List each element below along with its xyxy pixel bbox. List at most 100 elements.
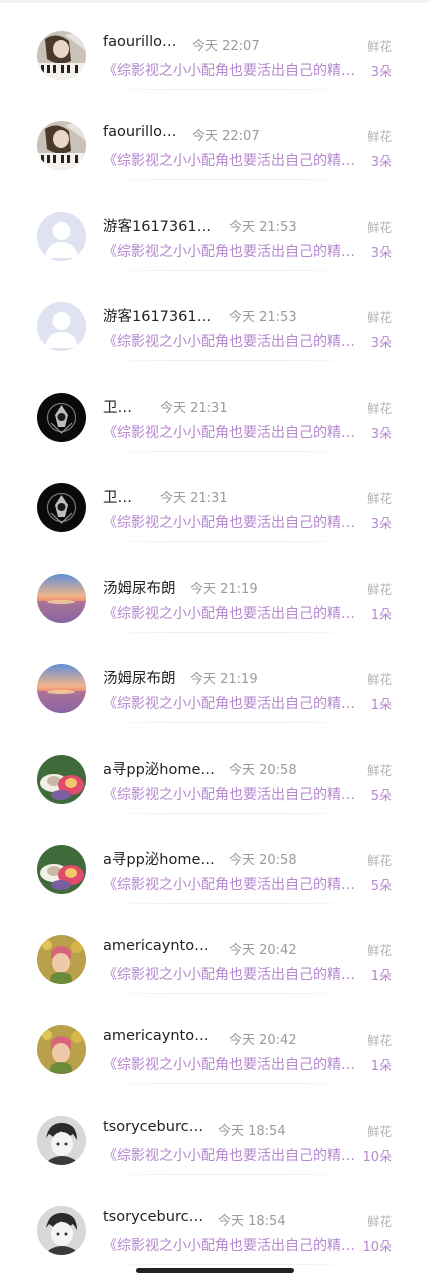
book-title-link[interactable]: 《综影视之小小配角也要活出自己的精彩》 <box>103 512 357 532</box>
gift-time: 今天 18:54 <box>218 1214 286 1229</box>
gift-count: 3朵 <box>370 155 392 170</box>
user-name[interactable]: faourilloko <box>103 34 178 50</box>
user-name[interactable]: 汤姆尿布朗 <box>103 577 176 598</box>
row-divider <box>103 541 357 542</box>
gift-type-label: 鲜花 <box>366 491 392 506</box>
gift-record-item[interactable]: tsoryceburchh 今天 18:54 鲜花 《综影视之小小配角也要活出自己的精… <box>0 1085 429 1175</box>
gift-type-label: 鲜花 <box>366 943 392 958</box>
gift-count: 3朵 <box>370 336 392 351</box>
gift-type-label: 鲜花 <box>366 1033 392 1048</box>
user-name[interactable]: 游客16173618… <box>103 215 215 236</box>
user-name[interactable]: 卫疙士 <box>103 396 146 417</box>
book-title-link[interactable]: 《综影视之小小配角也要活出自己的精彩》 <box>103 1145 357 1165</box>
gift-time: 今天 21:53 <box>229 310 297 325</box>
book-title-link[interactable]: 《综影视之小小配角也要活出自己的精彩》 <box>103 1054 357 1074</box>
gift-count: 3朵 <box>370 246 392 261</box>
gift-record-item[interactable]: 游客16173618… 今天 21:53 鲜花 《综影视之小小配角也要活出自己的精彩》… <box>0 181 429 271</box>
gift-type-label: 鲜花 <box>366 129 392 144</box>
user-name[interactable]: tsoryceburchh <box>103 1119 204 1135</box>
user-name[interactable]: americayntoc… <box>103 938 215 954</box>
book-title-link[interactable]: 《综影视之小小配角也要活出自己的精彩》 <box>103 150 357 170</box>
gift-record-item[interactable]: 汤姆尿布朗 今天 21:19 鲜花 《综影视之小小配角也要活出自己的精彩》 1朵 <box>0 633 429 723</box>
gift-type-label: 鲜花 <box>366 39 392 54</box>
user-avatar[interactable] <box>37 393 86 442</box>
gift-record-item[interactable]: faourilloko 今天 22:07 鲜花 《综影视之小小配角也要活出自己的精彩》… <box>0 0 429 90</box>
gift-count: 1朵 <box>370 608 392 623</box>
gift-time: 今天 20:58 <box>229 763 297 778</box>
gift-count: 10朵 <box>362 1240 392 1255</box>
gift-record-item[interactable]: americayntoc… 今天 20:42 鲜花 《综影视之小小配角也要活出自己的精… <box>0 994 429 1084</box>
gift-time: 今天 18:54 <box>218 1124 286 1139</box>
gift-type-label: 鲜花 <box>366 853 392 868</box>
user-name[interactable]: a寻pp泌home… <box>103 758 215 779</box>
gift-record-item[interactable]: 卫疙士 今天 21:31 鲜花 《综影视之小小配角也要活出自己的精彩》 3朵 <box>0 362 429 452</box>
user-avatar[interactable] <box>37 935 86 984</box>
gift-record-item[interactable]: faourilloko 今天 22:07 鲜花 《综影视之小小配角也要活出自己的精彩》… <box>0 90 429 180</box>
row-divider <box>103 360 357 361</box>
gift-count: 3朵 <box>370 517 392 532</box>
gift-type-label: 鲜花 <box>366 582 392 597</box>
gift-record-item[interactable]: a寻pp泌home… 今天 20:58 鲜花 《综影视之小小配角也要活出自己的精彩》 5… <box>0 724 429 814</box>
user-name[interactable]: tsoryceburchh <box>103 1209 204 1225</box>
user-avatar[interactable] <box>37 1206 86 1255</box>
book-title-link[interactable]: 《综影视之小小配角也要活出自己的精彩》 <box>103 693 357 713</box>
user-name[interactable]: a寻pp泌home… <box>103 848 215 869</box>
user-avatar[interactable] <box>37 664 86 713</box>
book-title-link[interactable]: 《综影视之小小配角也要活出自己的精彩》 <box>103 422 357 442</box>
gift-type-label: 鲜花 <box>366 401 392 416</box>
gift-count: 3朵 <box>370 65 392 80</box>
gift-count: 3朵 <box>370 427 392 442</box>
gift-count: 10朵 <box>362 1150 392 1165</box>
gift-time: 今天 22:07 <box>192 129 260 144</box>
gift-time: 今天 21:19 <box>190 672 258 687</box>
gift-record-item[interactable]: americayntoc… 今天 20:42 鲜花 《综影视之小小配角也要活出自己的精… <box>0 904 429 994</box>
book-title-link[interactable]: 《综影视之小小配角也要活出自己的精彩》 <box>103 874 357 894</box>
gift-count: 1朵 <box>370 969 392 984</box>
gift-count: 5朵 <box>370 789 392 804</box>
user-avatar[interactable] <box>37 1116 86 1165</box>
user-avatar[interactable] <box>37 31 86 80</box>
user-avatar[interactable] <box>37 483 86 532</box>
user-avatar[interactable] <box>37 1025 86 1074</box>
gift-count: 5朵 <box>370 879 392 894</box>
user-name[interactable]: 游客16173618… <box>103 305 215 326</box>
book-title-link[interactable]: 《综影视之小小配角也要活出自己的精彩》 <box>103 60 357 80</box>
gift-record-item[interactable]: 游客16173618… 今天 21:53 鲜花 《综影视之小小配角也要活出自己的精彩》… <box>0 271 429 361</box>
gift-time: 今天 21:19 <box>190 582 258 597</box>
home-indicator <box>136 1268 294 1273</box>
user-avatar[interactable] <box>37 302 86 351</box>
row-divider <box>103 179 357 180</box>
user-name[interactable]: faourilloko <box>103 124 178 140</box>
user-avatar[interactable] <box>37 212 86 261</box>
book-title-link[interactable]: 《综影视之小小配角也要活出自己的精彩》 <box>103 964 357 984</box>
book-title-link[interactable]: 《综影视之小小配角也要活出自己的精彩》 <box>103 1235 357 1255</box>
book-title-link[interactable]: 《综影视之小小配角也要活出自己的精彩》 <box>103 603 357 623</box>
book-title-link[interactable]: 《综影视之小小配角也要活出自己的精彩》 <box>103 241 357 261</box>
gift-time: 今天 21:31 <box>160 401 228 416</box>
user-name[interactable]: 卫疙士 <box>103 486 146 507</box>
user-avatar[interactable] <box>37 845 86 894</box>
gift-record-item[interactable]: 卫疙士 今天 21:31 鲜花 《综影视之小小配角也要活出自己的精彩》 3朵 <box>0 452 429 542</box>
book-title-link[interactable]: 《综影视之小小配角也要活出自己的精彩》 <box>103 331 357 351</box>
gift-type-label: 鲜花 <box>366 1124 392 1139</box>
user-name[interactable]: 汤姆尿布朗 <box>103 667 176 688</box>
user-name[interactable]: americayntoc… <box>103 1028 215 1044</box>
gift-time: 今天 20:42 <box>229 1033 297 1048</box>
gift-time: 今天 21:31 <box>160 491 228 506</box>
gift-time: 今天 22:07 <box>192 39 260 54</box>
gift-count: 1朵 <box>370 1059 392 1074</box>
gift-type-label: 鲜花 <box>366 672 392 687</box>
user-avatar[interactable] <box>37 121 86 170</box>
gift-type-label: 鲜花 <box>366 220 392 235</box>
row-divider <box>103 1083 357 1084</box>
row-divider <box>103 722 357 723</box>
user-avatar[interactable] <box>37 574 86 623</box>
user-avatar[interactable] <box>37 755 86 804</box>
gift-type-label: 鲜花 <box>366 1214 392 1229</box>
gift-record-item[interactable]: a寻pp泌home… 今天 20:58 鲜花 《综影视之小小配角也要活出自己的精彩》 5… <box>0 814 429 904</box>
gift-record-item[interactable]: tsoryceburchh 今天 18:54 鲜花 《综影视之小小配角也要活出自己的精… <box>0 1175 429 1265</box>
gift-record-item[interactable]: 汤姆尿布朗 今天 21:19 鲜花 《综影视之小小配角也要活出自己的精彩》 1朵 <box>0 543 429 633</box>
book-title-link[interactable]: 《综影视之小小配角也要活出自己的精彩》 <box>103 784 357 804</box>
row-divider <box>103 1264 357 1265</box>
gift-time: 今天 20:42 <box>229 943 297 958</box>
